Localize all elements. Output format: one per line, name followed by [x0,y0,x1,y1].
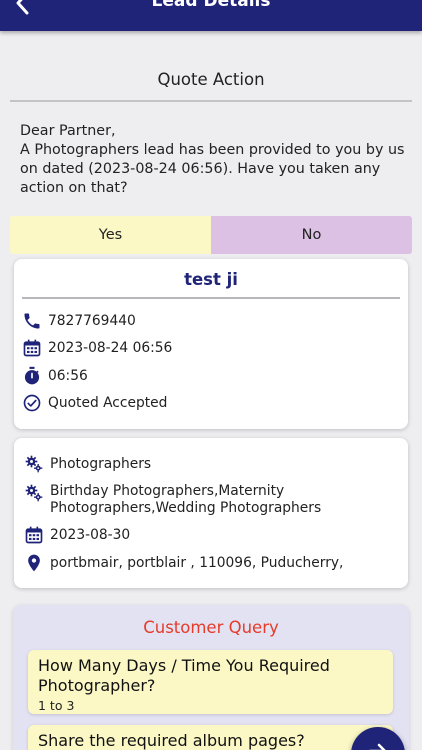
query-item: Share the required album pages? [28,725,393,750]
gears-icon [24,454,44,474]
lead-time: 06:56 [48,368,88,384]
stopwatch-icon [22,366,42,386]
lead-services: Birthday Photographers,Maternity Photogr… [50,483,322,516]
calendar-icon [22,338,42,358]
customer-query-title: Customer Query [143,618,279,637]
query-answer: 1 to 3 [38,698,75,713]
page-title: Lead Details [151,0,271,11]
arrow-right-icon [369,743,386,750]
location-row: portbmair, portblair , 110096, Puducherr… [24,553,343,573]
calendar-icon [24,525,44,545]
app-header: Lead Details [0,0,422,31]
query-question: Share the required album pages? [38,731,305,750]
yes-button[interactable]: Yes [10,216,211,254]
datetime-row: 2023-08-24 06:56 [22,338,172,358]
event-date: 2023-08-30 [50,527,131,543]
event-date-row: 2023-08-30 [24,525,130,545]
customer-query-panel: Customer Query How Many Days / Time You … [13,605,409,750]
lead-category: Photographers [50,456,152,472]
quote-message: Dear Partner, A Photographers lead has b… [20,122,406,198]
divider [22,297,400,299]
message-greeting: Dear Partner, [20,123,116,139]
message-body: A Photographers lead has been provided t… [20,142,405,196]
gears-icon [24,483,44,503]
phone-icon [22,311,42,331]
location-pin-icon [24,553,44,573]
lead-status: Quoted Accepted [48,395,168,411]
divider [10,100,412,102]
lead-card: test ji 7827769440 2023-08-24 06:56 06:5… [14,259,408,429]
lead-details-card: Photographers Birthday Photographers,Mat… [14,438,408,588]
no-button[interactable]: No [211,216,412,254]
services-row: Birthday Photographers,Maternity Photogr… [24,483,394,517]
lead-name: test ji [184,270,238,289]
phone-row[interactable]: 7827769440 [22,311,136,331]
category-row: Photographers [24,454,151,474]
quote-action-title: Quote Action [157,70,265,89]
time-row: 06:56 [22,366,88,386]
lead-datetime: 2023-08-24 06:56 [48,340,173,356]
lead-location: portbmair, portblair , 110096, Puducherr… [50,555,344,571]
query-item: How Many Days / Time You Required Photog… [28,650,393,714]
status-row: Quoted Accepted [22,393,167,413]
check-circle-icon [22,393,42,413]
query-question: How Many Days / Time You Required Photog… [38,656,330,695]
phone-number: 7827769440 [48,313,136,329]
